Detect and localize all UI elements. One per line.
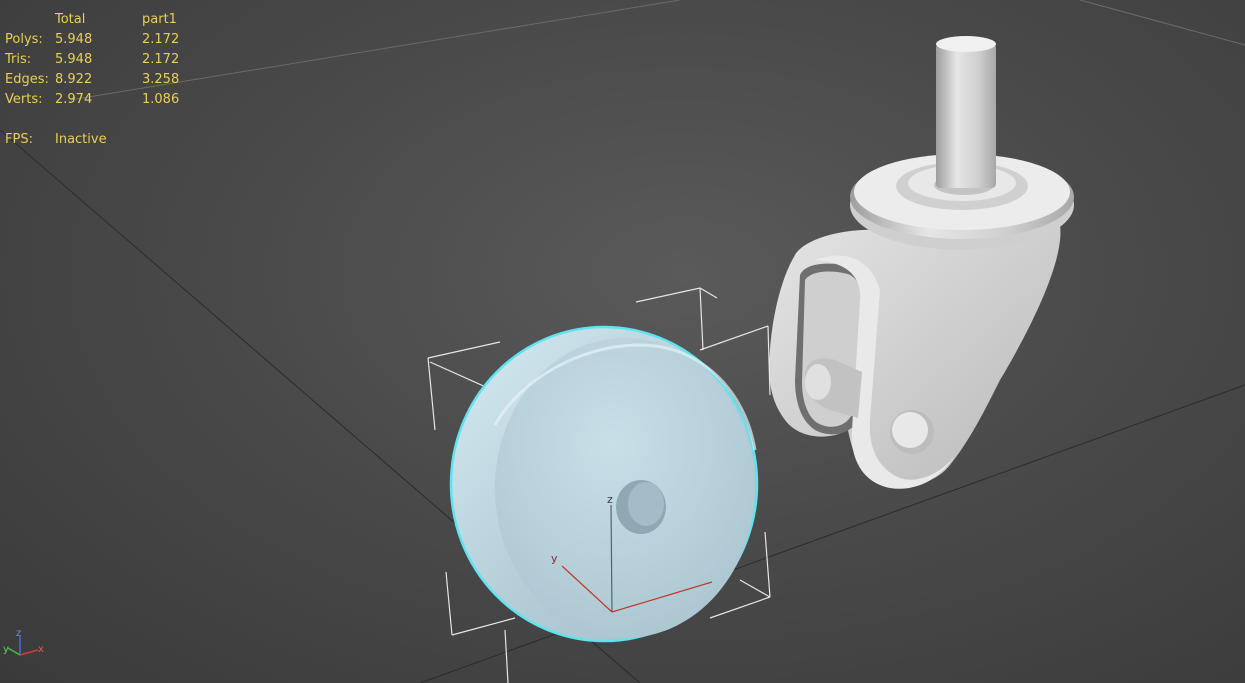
caster-fork-object[interactable] [769,36,1074,489]
gizmo-z-label: z [607,493,613,506]
world-axis-z: z [16,628,21,639]
3d-viewport[interactable]: z y z y x [0,0,1245,683]
gizmo-y-label: y [551,552,558,565]
stats-label: Verts: [5,92,43,107]
fps-label: FPS: [5,132,33,147]
stats-label: Polys: [5,32,43,47]
stats-object-value: 3.258 [142,72,180,87]
wheel-object-selected[interactable]: z y [427,287,771,683]
stats-object-value: 2.172 [142,32,180,47]
stats-label: Tris: [5,52,32,67]
world-axis-y: y [3,644,9,655]
stats-total-value: 2.974 [55,92,93,107]
world-axis-gizmo: z y x [3,628,44,656]
fps-value: Inactive [55,132,107,147]
world-axis-x: x [38,644,44,655]
stats-object-value: 2.172 [142,52,180,67]
stats-header-total: Total [55,12,86,27]
stats-total-value: 8.922 [55,72,93,87]
stats-total-value: 5.948 [55,52,93,67]
stats-object-value: 1.086 [142,92,180,107]
stats-total-value: 5.948 [55,32,93,47]
stats-label: Edges: [5,72,49,87]
stats-header-object: part1 [142,12,177,27]
